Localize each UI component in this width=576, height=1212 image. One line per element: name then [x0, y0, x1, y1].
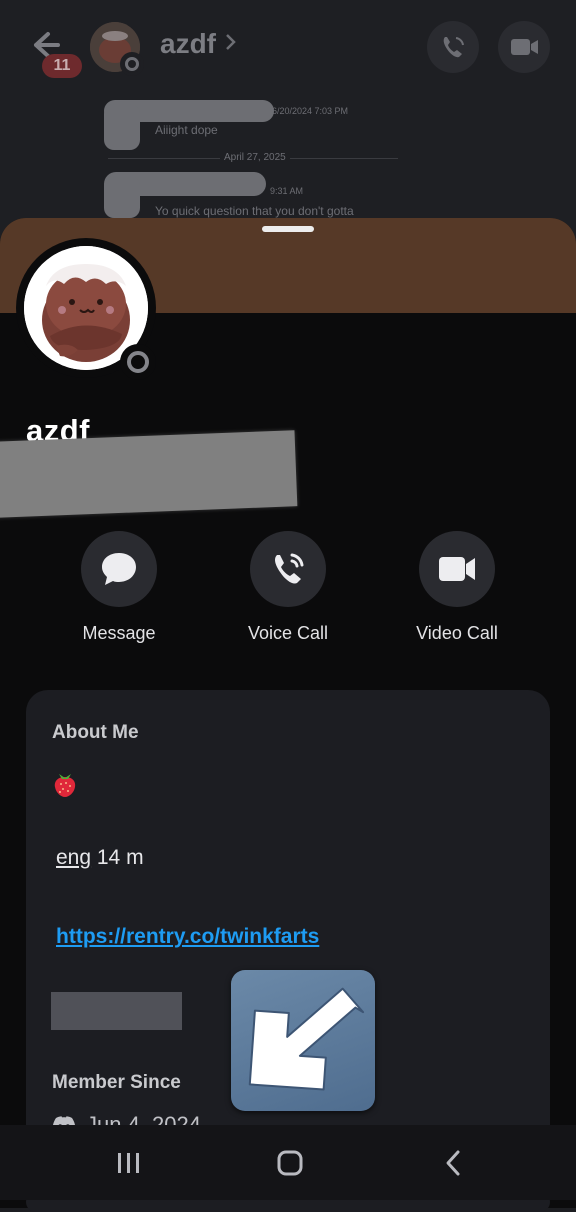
header-video-call-button[interactable]	[498, 21, 550, 73]
message-button[interactable]	[81, 531, 157, 607]
redacted-block	[51, 992, 182, 1030]
drag-handle[interactable]	[262, 226, 314, 232]
message-text: Aiiight dope	[155, 123, 218, 137]
language-tag: eng	[56, 846, 92, 869]
redacted-username-bar	[0, 430, 298, 518]
home-icon[interactable]	[276, 1143, 306, 1188]
language-rest: 14 m	[91, 846, 144, 869]
date-divider-label: April 27, 2025	[220, 152, 290, 163]
message-timestamp: 6/20/2024 7:03 PM	[272, 106, 349, 116]
chat-contact-name[interactable]: azdf	[160, 28, 216, 60]
chevron-right-icon[interactable]	[224, 30, 238, 61]
message-text: Yo quick question that you don't gotta	[155, 204, 354, 218]
redacted-avatar	[104, 104, 140, 150]
voice-call-label: Voice Call	[247, 623, 329, 643]
message-label: Message	[82, 623, 156, 643]
strawberry-icon	[52, 770, 78, 797]
chat-background: 11 azdf 6/20/2024 7:03 PM Aiiight dope A…	[0, 0, 576, 240]
video-call-action[interactable]: Video Call	[402, 531, 512, 644]
redacted-avatar	[104, 176, 140, 218]
message-action[interactable]: Message	[64, 531, 174, 644]
chat-header: 11 azdf	[0, 0, 576, 92]
arrow-down-left-icon	[231, 970, 375, 1111]
chat-bubble-icon	[102, 553, 136, 585]
voice-call-action[interactable]: Voice Call	[233, 531, 343, 644]
about-link[interactable]: https://rentry.co/twinkfarts	[56, 925, 319, 949]
phone-call-icon	[275, 553, 304, 584]
video-camera-icon	[439, 557, 475, 581]
back-icon[interactable]	[442, 1143, 466, 1188]
system-nav-bar	[0, 1125, 576, 1200]
header-voice-call-button[interactable]	[427, 21, 479, 73]
about-language-line: eng 14 m	[56, 846, 144, 870]
voice-call-button[interactable]	[250, 531, 326, 607]
member-since-heading: Member Since	[52, 1072, 181, 1093]
video-call-label: Video Call	[416, 623, 498, 643]
offline-status-icon	[120, 344, 156, 380]
about-me-heading: About Me	[52, 722, 139, 743]
message-timestamp: 9:31 AM	[270, 186, 304, 196]
video-call-button[interactable]	[419, 531, 495, 607]
unread-badge: 11	[42, 54, 82, 78]
recent-apps-icon[interactable]	[114, 1143, 144, 1188]
chat-status-icon	[120, 52, 144, 76]
